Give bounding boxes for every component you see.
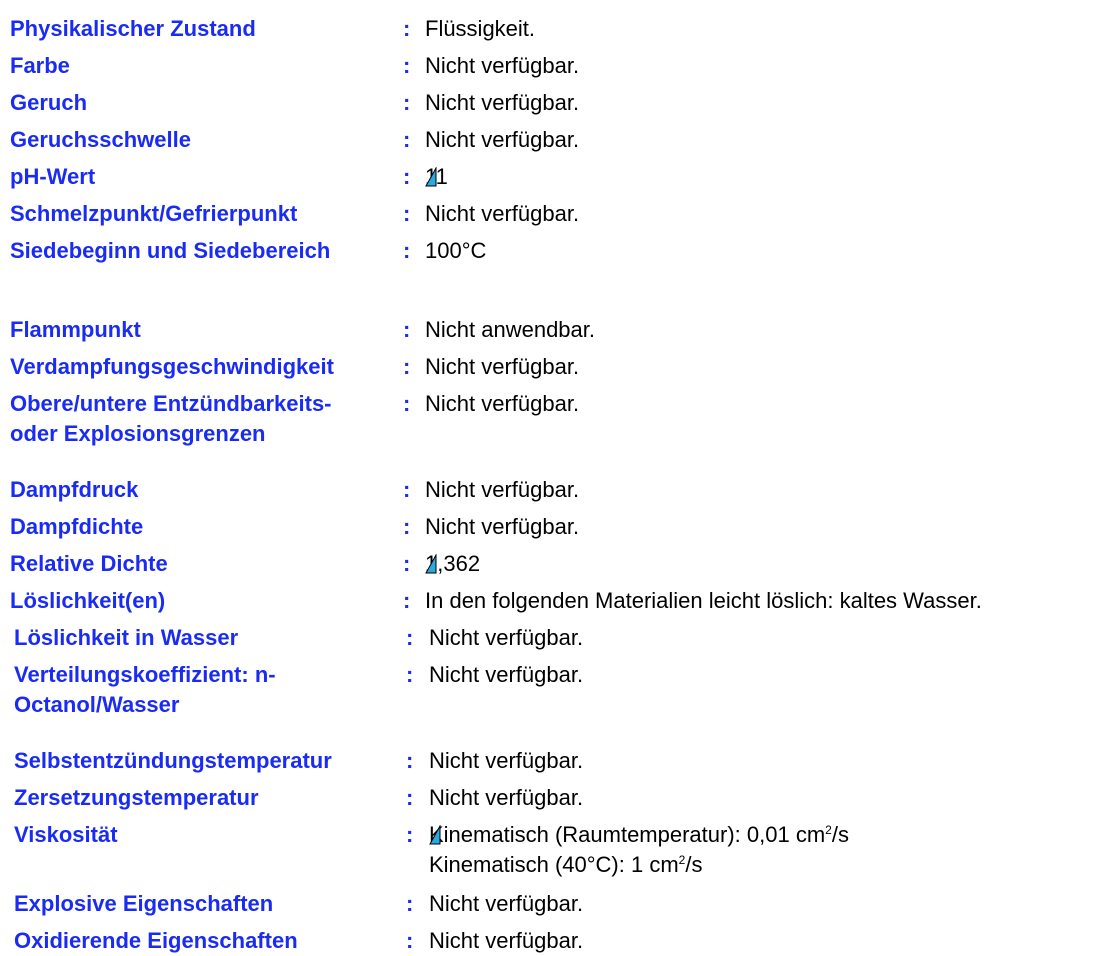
property-label: Siedebeginn und Siedebereich [10,238,331,263]
property-label: Viskosität [14,822,118,847]
separator-colon: : [406,928,414,953]
property-value: Nicht verfügbar. [429,625,584,650]
viscosity-line: Kinematisch (Raumtemperatur): 0,01 cm2/s [429,822,849,847]
property-label: Löslichkeit in Wasser [14,625,239,650]
edit-marker-icon [425,554,437,574]
viscosity-line-text: Kinematisch (Raumtemperatur): 0,01 cm [429,822,826,847]
property-value: Nicht verfügbar. [429,891,584,916]
separator-colon: : [406,748,414,773]
property-label: Oxidierende Eigenschaften [14,928,298,953]
property-value: Nicht verfügbar. [425,477,580,502]
edit-marker-icon [429,825,441,845]
property-label: Flammpunkt [10,317,141,342]
separator-colon: : [403,391,411,416]
property-label: Relative Dichte [10,551,168,576]
property-value: Nicht verfügbar. [425,201,580,226]
property-label-line: oder Explosionsgrenzen [10,421,266,446]
property-value: Nicht anwendbar. [425,317,595,342]
property-label: pH-Wert [10,164,96,189]
property-label: Selbstentzündungstemperatur [14,748,332,773]
property-label: Obere/untere Entzündbarkeits- oder Explo… [10,389,332,449]
property-label-line: Obere/untere Entzündbarkeits- [10,391,332,416]
property-value: Nicht verfügbar. [425,90,580,115]
property-label: Physikalischer Zustand [10,16,256,41]
separator-colon: : [403,317,411,342]
separator-colon: : [403,164,411,189]
property-label: Verteilungskoeffizient: n- Octanol/Wasse… [14,660,276,720]
property-value: Kinematisch (Raumtemperatur): 0,01 cm2/s… [429,820,849,880]
separator-colon: : [403,477,411,502]
value-with-marker: 1,362 [425,549,480,579]
viscosity-line-unit: /s [685,852,703,877]
separator-colon: : [403,201,411,226]
property-label: Verdampfungsgeschwindigkeit [10,354,334,379]
property-value: Nicht verfügbar. [425,53,580,78]
viscosity-line-text: Kinematisch (40°C): 1 cm [429,852,679,877]
viscosity-line-unit: /s [831,822,849,847]
property-value: 100°C [425,238,487,263]
property-label: Explosive Eigenschaften [14,891,274,916]
property-value: Nicht verfügbar. [425,514,580,539]
property-value: Nicht verfügbar. [429,662,584,687]
property-label: Dampfdruck [10,477,139,502]
property-label: Farbe [10,53,70,78]
separator-colon: : [403,16,411,41]
separator-colon: : [403,90,411,115]
separator-colon: : [403,238,411,263]
separator-colon: : [406,662,414,687]
property-value: Flüssigkeit. [425,16,536,41]
property-label: Dampfdichte [10,514,144,539]
property-label: Zersetzungstemperatur [14,785,259,810]
value-with-marker: Kinematisch (Raumtemperatur): 0,01 cm2/s [429,820,849,850]
property-label: Geruch [10,90,88,115]
property-value-wrap: 1,362 [425,549,480,579]
property-value: Nicht verfügbar. [425,354,580,379]
property-value: Nicht verfügbar. [425,391,580,416]
separator-colon: : [403,514,411,539]
property-label: Geruchsschwelle [10,127,191,152]
property-value: Nicht verfügbar. [425,127,580,152]
edit-marker-icon [425,167,437,187]
property-label: Schmelzpunkt/Gefrierpunkt [10,201,298,226]
property-label: Löslichkeit(en) [10,588,166,613]
value-with-marker: 11 [425,162,448,192]
separator-colon: : [403,551,411,576]
property-value: Nicht verfügbar. [429,785,584,810]
property-label-line: Verteilungskoeffizient: n- [14,662,276,687]
separator-colon: : [406,625,414,650]
separator-colon: : [406,785,414,810]
property-value: Nicht verfügbar. [429,748,584,773]
property-value-wrap: 11 [425,162,448,192]
separator-colon: : [403,127,411,152]
separator-colon: : [406,822,414,847]
property-value: Nicht verfügbar. [429,928,584,953]
property-label-line: Octanol/Wasser [14,692,180,717]
separator-colon: : [403,354,411,379]
viscosity-line: Kinematisch (40°C): 1 cm2/s [429,852,702,877]
property-value: In den folgenden Materialien leicht lösl… [425,588,982,613]
separator-colon: : [403,588,411,613]
unit-superscript: 2 [825,823,832,837]
separator-colon: : [403,53,411,78]
separator-colon: : [406,891,414,916]
